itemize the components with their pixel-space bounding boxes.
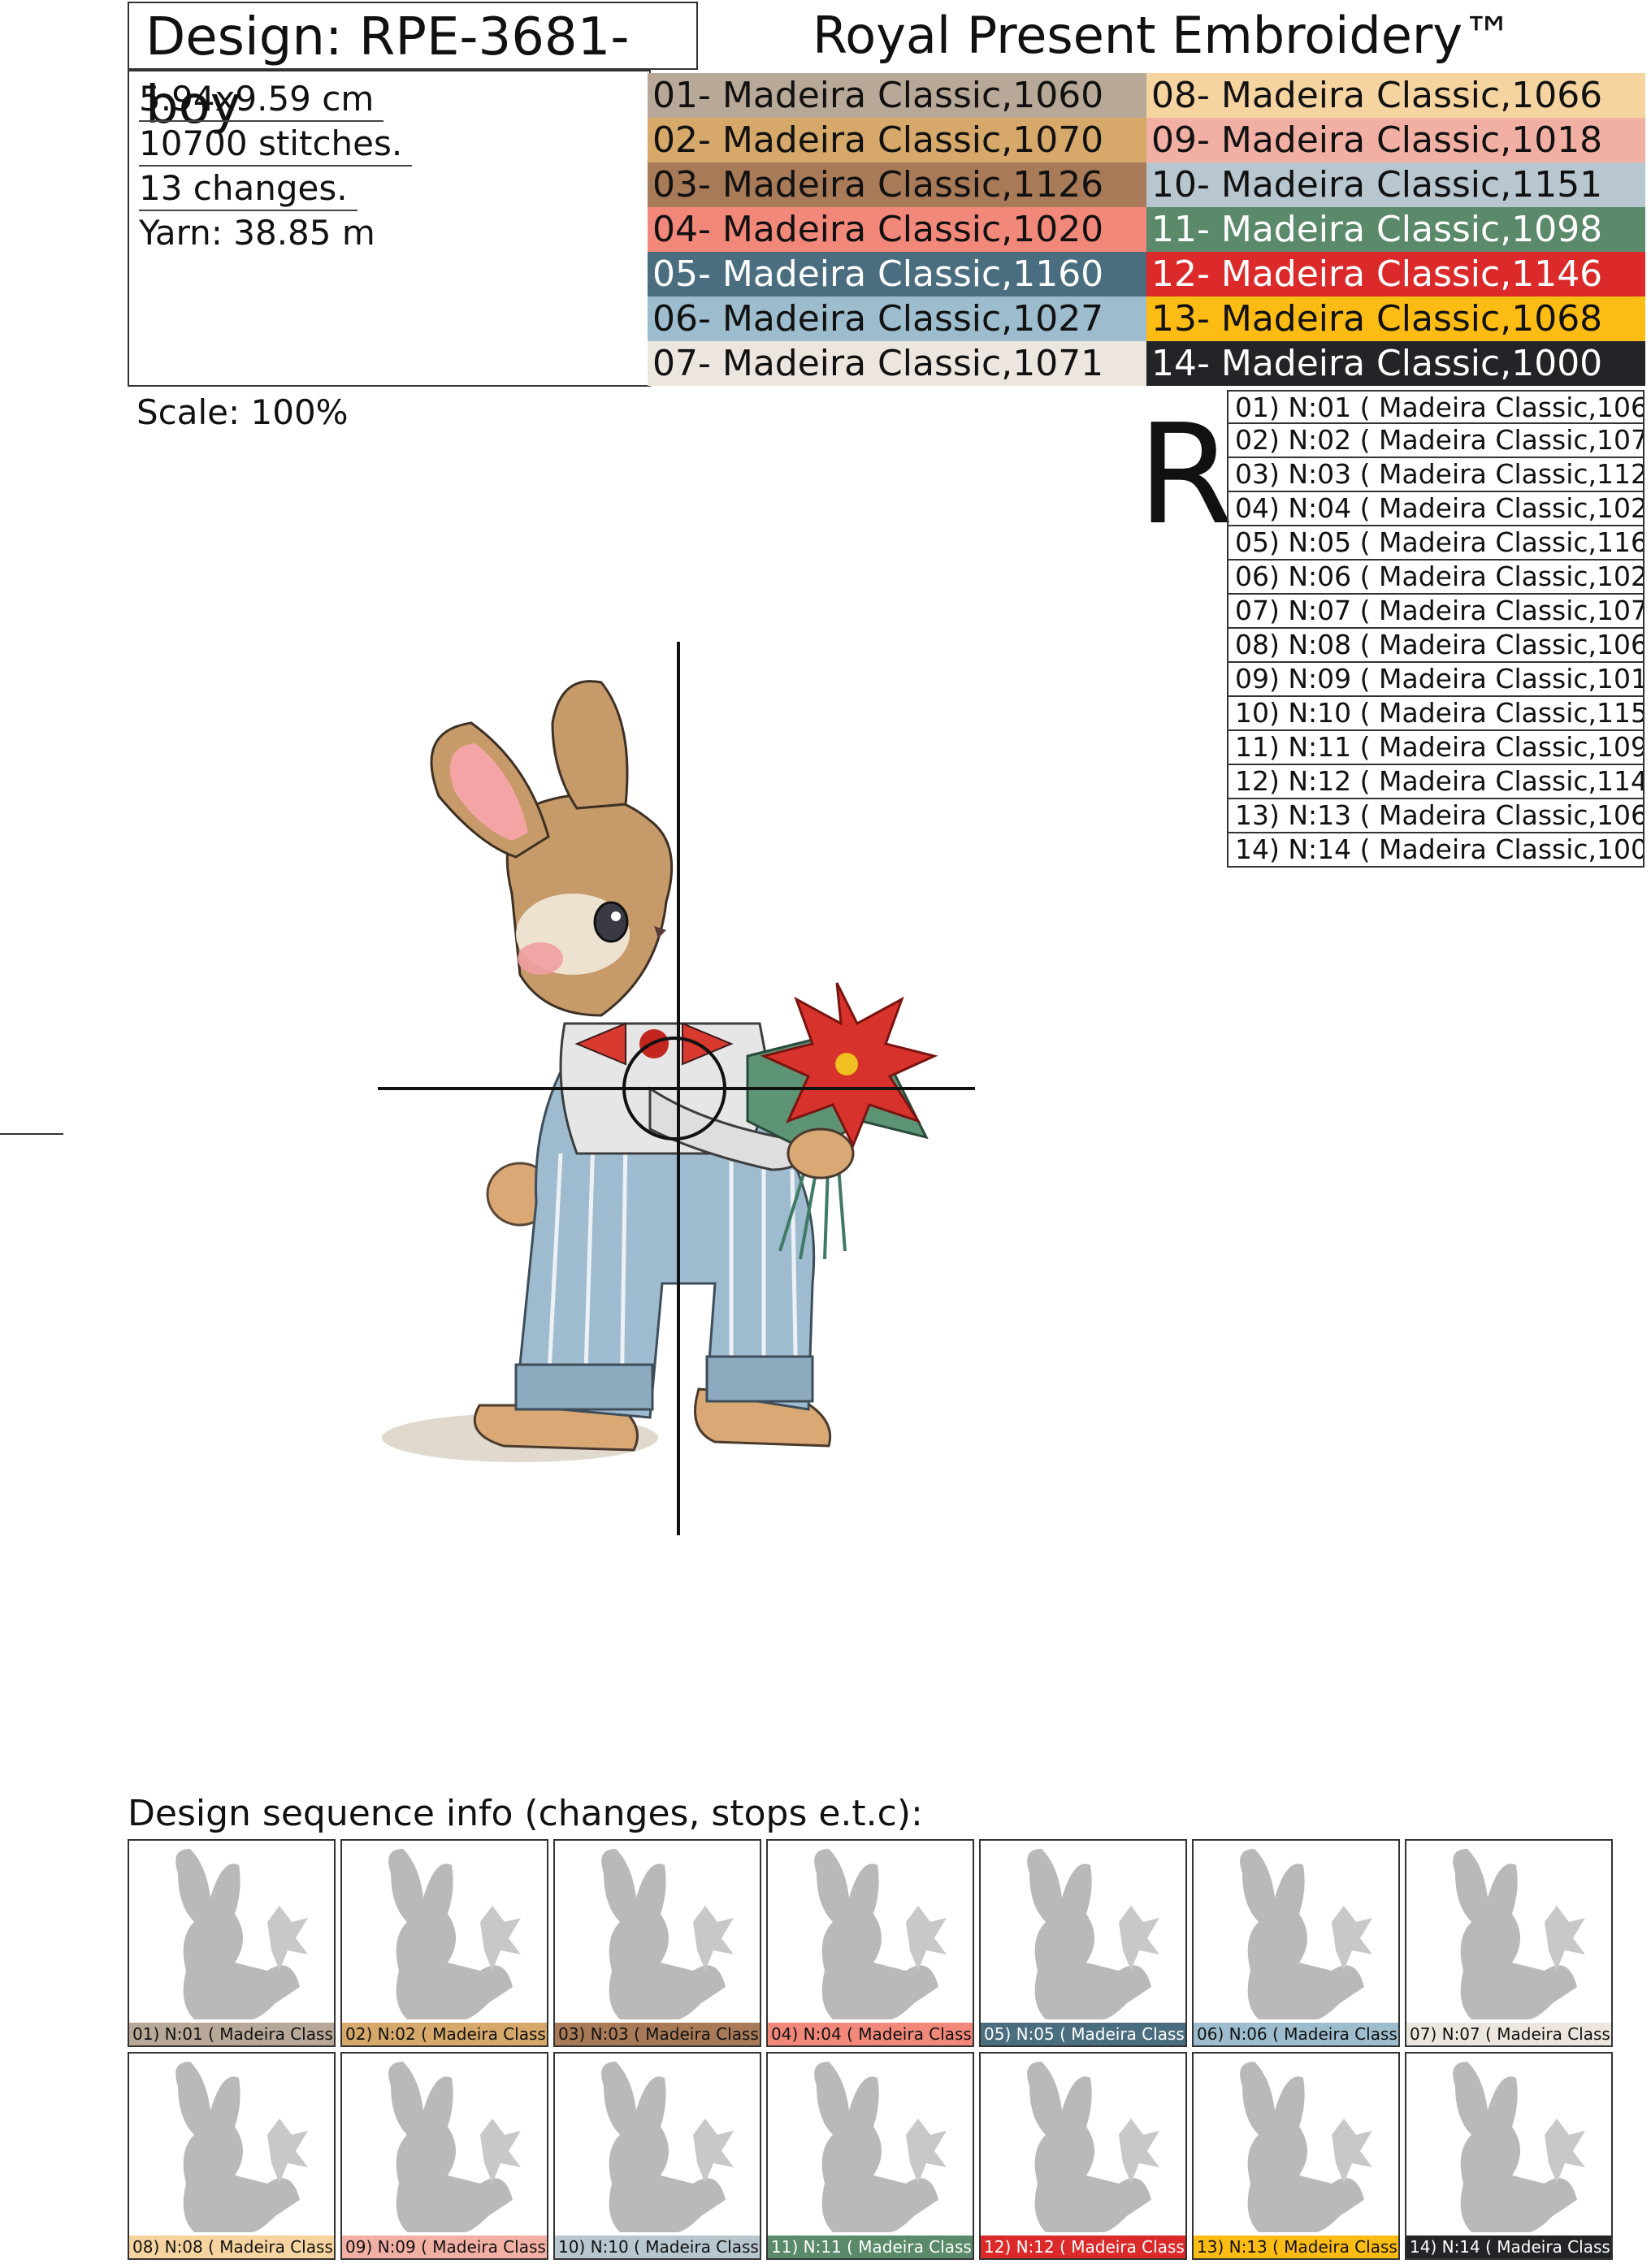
- color-changes: 13 changes.: [139, 167, 358, 211]
- palette-swatch: 05- Madeira Classic,1160: [648, 252, 1146, 296]
- thumbnail-label: 09) N:09 ( Madeira Classic: [342, 2236, 547, 2258]
- legend-row: 02) N:02 ( Madeira Classic,1070): [1227, 424, 1644, 458]
- design-size: 5.94x9.59 cm: [139, 78, 384, 122]
- bunny-silhouette: [601, 2062, 734, 2232]
- bunny-silhouette: [388, 1849, 521, 2019]
- legend-row: 01) N:01 ( Madeira Classic,1060): [1227, 390, 1644, 424]
- palette-swatch: 09- Madeira Classic,1018: [1146, 118, 1645, 162]
- thread-legend: 01) N:01 ( Madeira Classic,1060) 02) N:02…: [1227, 390, 1644, 868]
- thumbnail-label: 05) N:05 ( Madeira Classic: [981, 2023, 1185, 2045]
- thumbnail-label: 02) N:02 ( Madeira Classic: [342, 2023, 547, 2045]
- overall-cuff-left: [514, 1363, 654, 1411]
- legend-row: 12) N:12 ( Madeira Classic,1146): [1227, 765, 1644, 799]
- legend-row: 03) N:03 ( Madeira Classic,1126): [1227, 458, 1644, 492]
- thumbnail-label: 08) N:08 ( Madeira Classic: [129, 2236, 334, 2258]
- sequence-thumbnail: 06) N:06 ( Madeira Classic: [1192, 1839, 1400, 2047]
- bunny-silhouette: [1027, 1849, 1159, 2019]
- sequence-thumbnail: 01) N:01 ( Madeira Classic,1: [128, 1839, 336, 2047]
- legend-row: 14) N:14 ( Madeira Classic,1000): [1227, 833, 1644, 868]
- bunny-eye: [593, 901, 629, 943]
- stitch-count: 10700 stitches.: [139, 123, 413, 167]
- sequence-thumbnail: 02) N:02 ( Madeira Classic: [340, 1839, 548, 2047]
- legend-row: 09) N:09 ( Madeira Classic,1018): [1227, 663, 1644, 697]
- palette-swatch: 10- Madeira Classic,1151: [1146, 162, 1645, 207]
- bunny-silhouette: [1240, 2062, 1372, 2232]
- bunny-silhouette: [176, 1849, 308, 2019]
- thumbnail-label: 06) N:06 ( Madeira Classic: [1194, 2023, 1398, 2045]
- left-marker: [0, 1133, 63, 1135]
- legend-row: 07) N:07 ( Madeira Classic,1071): [1227, 595, 1644, 629]
- design-preview: [378, 642, 975, 1535]
- sequence-thumbnail: 12) N:12 ( Madeira Classic,1: [979, 2052, 1187, 2260]
- sequence-thumbnails: 01) N:01 ( Madeira Classic,1 02) N:02 ( M…: [128, 1839, 1614, 2262]
- palette-swatch: 12- Madeira Classic,1146: [1146, 252, 1645, 296]
- legend-row: 06) N:06 ( Madeira Classic,1027): [1227, 561, 1644, 595]
- palette-swatch: 11- Madeira Classic,1098: [1146, 207, 1645, 252]
- palette-swatch: 06- Madeira Classic,1027: [648, 296, 1146, 341]
- bunny-silhouette: [814, 1849, 947, 2019]
- palette-swatch: 08- Madeira Classic,1066: [1146, 73, 1645, 118]
- palette-swatch: 07- Madeira Classic,1071: [648, 341, 1146, 386]
- legend-row: 10) N:10 ( Madeira Classic,1151): [1227, 697, 1644, 731]
- design-title: Design: RPE-3681-boy: [128, 2, 698, 136]
- thumbnail-label: 14) N:14 ( Madeira Classic,1: [1406, 2236, 1611, 2258]
- palette-swatch: 14- Madeira Classic,1000: [1146, 341, 1645, 386]
- color-palette: 01- Madeira Classic,1060 02- Madeira Clas…: [648, 73, 1645, 387]
- bunny-right-ear: [551, 680, 629, 810]
- bunny-silhouette: [388, 2062, 521, 2232]
- sequence-thumbnail: 08) N:08 ( Madeira Classic: [128, 2052, 336, 2260]
- sequence-thumbnail: 11) N:11 ( Madeira Classic,10: [766, 2052, 974, 2260]
- thumbnail-label: 11) N:11 ( Madeira Classic,10: [768, 2236, 973, 2258]
- legend-row: 05) N:05 ( Madeira Classic,1160): [1227, 526, 1644, 561]
- bunny-silhouette: [176, 2062, 308, 2232]
- sequence-thumbnail: 03) N:03 ( Madeira Classic: [553, 1839, 761, 2047]
- bunny-hand: [786, 1128, 855, 1179]
- legend-row: 13) N:13 ( Madeira Classic,1068): [1227, 799, 1644, 833]
- palette-swatch: 13- Madeira Classic,1068: [1146, 296, 1645, 341]
- bunny-silhouette: [1240, 1849, 1372, 2019]
- sequence-thumbnail: 09) N:09 ( Madeira Classic: [340, 2052, 548, 2260]
- bunny-silhouette: [814, 2062, 947, 2232]
- thumbnail-label: 13) N:13 ( Madeira Classic,1: [1194, 2236, 1398, 2258]
- legend-row: 11) N:11 ( Madeira Classic,1098): [1227, 731, 1644, 765]
- design-info-panel: 5.94x9.59 cm 10700 stitches. 13 changes.…: [128, 70, 651, 387]
- yarn-length: Yarn: 38.85 m: [139, 213, 375, 253]
- thumbnail-label: 12) N:12 ( Madeira Classic,1: [981, 2236, 1185, 2258]
- bunny-silhouette: [1453, 1849, 1585, 2019]
- thumbnail-label: 03) N:03 ( Madeira Classic: [555, 2023, 760, 2045]
- sequence-thumbnail: 10) N:10 ( Madeira Classic,1: [553, 2052, 761, 2260]
- bunny-blush: [518, 942, 563, 975]
- bunny-silhouette: [1027, 2062, 1159, 2232]
- thumbnail-label: 01) N:01 ( Madeira Classic,1: [129, 2023, 334, 2045]
- sequence-thumbnail: 07) N:07 ( Madeira Classic: [1405, 1839, 1613, 2047]
- r-mark: R: [1138, 395, 1234, 556]
- legend-row: 08) N:08 ( Madeira Classic,1066): [1227, 629, 1644, 663]
- legend-row: 04) N:04 ( Madeira Classic,1020): [1227, 492, 1644, 526]
- bunny-silhouette: [1453, 2062, 1585, 2232]
- scale-label: Scale: 100%: [136, 392, 349, 432]
- brand-name: Royal Present Embroidery™: [812, 6, 1514, 65]
- sequence-thumbnail: 05) N:05 ( Madeira Classic: [979, 1839, 1187, 2047]
- sequence-thumbnail: 04) N:04 ( Madeira Classic: [766, 1839, 974, 2047]
- sequence-title: Design sequence info (changes, stops e.t…: [128, 1793, 923, 1834]
- overall-cuff-right: [705, 1355, 814, 1403]
- thumbnail-label: 04) N:04 ( Madeira Classic: [768, 2023, 973, 2045]
- palette-swatch: 02- Madeira Classic,1070: [648, 118, 1146, 162]
- palette-swatch: 01- Madeira Classic,1060: [648, 73, 1146, 118]
- palette-swatch: 03- Madeira Classic,1126: [648, 162, 1146, 207]
- thumbnail-label: 10) N:10 ( Madeira Classic,1: [555, 2236, 760, 2258]
- sequence-thumbnail: 14) N:14 ( Madeira Classic,1: [1405, 2052, 1613, 2260]
- bunny-silhouette: [601, 1849, 734, 2019]
- sequence-thumbnail: 13) N:13 ( Madeira Classic,1: [1192, 2052, 1400, 2260]
- thumbnail-label: 07) N:07 ( Madeira Classic: [1406, 2023, 1611, 2045]
- palette-swatch: 04- Madeira Classic,1020: [648, 207, 1146, 252]
